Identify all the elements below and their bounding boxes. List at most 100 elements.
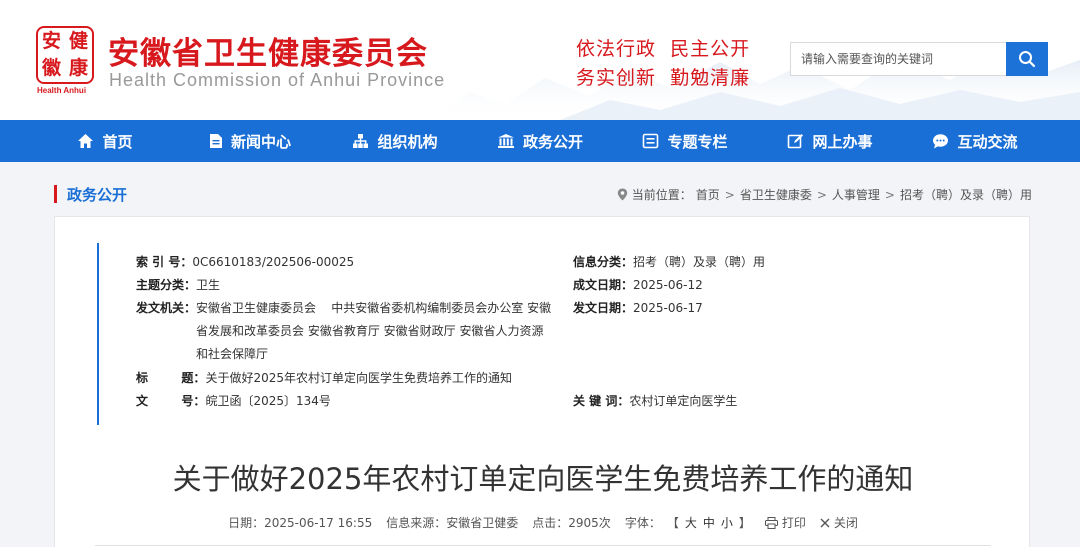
breadcrumb-separator: > [816, 187, 827, 202]
document-metadata: 索 引 号： 0C6610183/202506-00025 主题分类： 卫生 发… [97, 243, 959, 425]
home-icon [78, 134, 94, 148]
close-button[interactable]: 关闭 [820, 514, 858, 531]
location-pin-icon [617, 188, 627, 201]
logo-caption: Health Anhui [37, 86, 87, 95]
nav-item-label: 网上办事 [812, 132, 873, 151]
article-card: 索 引 号： 0C6610183/202506-00025 主题分类： 卫生 发… [54, 216, 1030, 547]
font-size-control: 字体： 【 大 中 小 】 [625, 514, 751, 531]
logo-char: 健 [68, 30, 88, 52]
printer-icon [764, 516, 778, 529]
meta-title: 标 题： 关于做好2025年农村订单定向医学生免费培养工作的通知 [136, 367, 512, 390]
breadcrumb-home[interactable]: 首页 [696, 186, 720, 203]
meta-value: 省发展和改革委员会 安徽省教育厅 安徽省财政厅 安徽省人力资源 [196, 324, 544, 338]
logo-seal: 安 健 徽 康 [36, 26, 94, 84]
meta-value: 2025-06-17 [633, 301, 703, 315]
site-logo[interactable]: 安 健 徽 康 Health Anhui [36, 26, 96, 96]
nav-item-home[interactable]: 首页 [33, 120, 178, 162]
meta-topic: 主题分类： 卫生 [136, 274, 220, 297]
print-button[interactable]: 打印 [764, 514, 806, 531]
meta-label: 关 键 词： [573, 394, 630, 408]
meta-value: 招考（聘）及录（聘）用 [633, 255, 766, 269]
nav-item-label: 互动交流 [957, 132, 1018, 151]
bracket-open: 【 [666, 516, 679, 530]
date-label: 日期： [228, 516, 265, 530]
font-size-large-button[interactable]: 大 [685, 514, 697, 531]
site-subtitle: Health Commission of Anhui Province [109, 70, 446, 90]
meta-value: 0C6610183/202506-00025 [192, 255, 355, 269]
hits-value: 2905次 [568, 516, 611, 530]
meta-value: 皖卫函〔2025〕134号 [205, 394, 331, 408]
meta-label: 发文日期： [573, 301, 634, 315]
search-box [790, 42, 1048, 76]
breadcrumb-bar: 政务公开 当前位置： 首页 > 省卫生健康委 > 人事管理 > 招考（聘）及录（… [40, 172, 1040, 216]
close-icon [820, 518, 830, 527]
nav-item-interaction[interactable]: 互动交流 [903, 120, 1048, 162]
meta-label: 索 引 号： [136, 255, 193, 269]
meta-created-date: 成文日期： 2025-06-12 [573, 274, 703, 297]
site-header: 安 健 徽 康 Health Anhui 安徽省卫生健康委员会 Health C… [0, 0, 1080, 120]
search-icon [1019, 51, 1036, 68]
nav-item-online-services[interactable]: 网上办事 [758, 120, 903, 162]
site-title[interactable]: 安徽省卫生健康委员会 [108, 28, 428, 73]
hits-label: 点击： [532, 516, 569, 530]
nav-item-news[interactable]: 新闻中心 [178, 120, 323, 162]
org-chart-icon [353, 134, 369, 148]
logo-char: 康 [68, 57, 88, 79]
section-marker [54, 185, 57, 203]
meta-value: 和社会保障厅 [196, 347, 269, 361]
breadcrumb-personnel[interactable]: 人事管理 [832, 186, 880, 203]
font-size-label: 字体： [624, 516, 661, 530]
meta-label: 文 号： [136, 394, 206, 408]
close-label: 关闭 [833, 516, 858, 530]
breadcrumb-separator: > [724, 187, 735, 202]
article-hits: 点击：2905次 [532, 514, 611, 531]
nav-item-government-affairs[interactable]: 政务公开 [468, 120, 613, 162]
meta-label: 主题分类： [136, 278, 197, 292]
meta-index: 索 引 号： 0C6610183/202506-00025 [136, 251, 354, 274]
nav-item-label: 组织机构 [377, 132, 438, 151]
article-info-bar: 日期：2025-06-17 16:55 信息来源：安徽省卫健委 点击：2905次… [55, 514, 1031, 531]
slogan-line-1: 依法行政 民主公开 [576, 38, 751, 60]
main-nav: 首页 新闻中心 组织机构 政务公开 专题专栏 网上办事 互动交流 [0, 120, 1080, 162]
breadcrumb-commission[interactable]: 省卫生健康委 [740, 186, 812, 203]
nav-item-label: 专题专栏 [667, 132, 728, 151]
source-label: 信息来源： [386, 516, 447, 530]
print-label: 打印 [781, 516, 806, 530]
divider [95, 545, 991, 546]
article-source: 信息来源：安徽省卫健委 [386, 514, 518, 531]
font-size-small-button[interactable]: 小 [721, 514, 733, 531]
meta-label: 标 题： [136, 371, 206, 385]
government-building-icon [497, 134, 514, 148]
meta-value: 安徽省卫生健康委员会 中共安徽省委机构编制委员会办公室 安徽 [196, 301, 552, 315]
meta-label: 成文日期： [573, 278, 634, 292]
nav-item-organization[interactable]: 组织机构 [323, 120, 468, 162]
meta-label: 发文机关： [136, 301, 197, 315]
search-input[interactable] [790, 42, 1006, 76]
nav-item-special-topics[interactable]: 专题专栏 [613, 120, 758, 162]
nav-item-label: 新闻中心 [230, 132, 291, 151]
chat-bubble-icon [933, 134, 949, 149]
article-date: 日期：2025-06-17 16:55 [228, 514, 372, 531]
breadcrumb-separator: > [884, 187, 895, 202]
breadcrumb-recruitment[interactable]: 招考（聘）及录（聘）用 [900, 186, 1032, 203]
meta-value: 卫生 [196, 278, 221, 292]
logo-char: 安 [41, 30, 61, 52]
breadcrumb-prefix: 当前位置： [631, 188, 692, 202]
meta-document-number: 文 号： 皖卫函〔2025〕134号 [136, 390, 331, 413]
slogan-line-2: 务实创新 勤勉清廉 [576, 67, 751, 89]
nav-item-label: 政务公开 [522, 132, 583, 151]
section-title[interactable]: 政务公开 [67, 184, 127, 205]
meta-label: 信息分类： [573, 255, 634, 269]
nav-item-label: 首页 [102, 132, 133, 151]
meta-info-category: 信息分类： 招考（聘）及录（聘）用 [573, 251, 765, 274]
bracket-close: 】 [738, 516, 751, 530]
meta-issuer: 发文机关： 安徽省卫生健康委员会 中共安徽省委机构编制委员会办公室 安徽 省发展… [136, 297, 551, 366]
meta-published-date: 发文日期： 2025-06-17 [573, 297, 703, 320]
source-value: 安徽省卫健委 [446, 516, 519, 530]
font-size-medium-button[interactable]: 中 [703, 514, 715, 531]
meta-value: 农村订单定向医学生 [629, 394, 738, 408]
search-button[interactable] [1006, 42, 1048, 76]
topic-card-icon [643, 133, 659, 149]
meta-value: 2025-06-12 [633, 278, 703, 292]
article-title: 关于做好2025年农村订单定向医学生免费培养工作的通知 [172, 462, 914, 496]
